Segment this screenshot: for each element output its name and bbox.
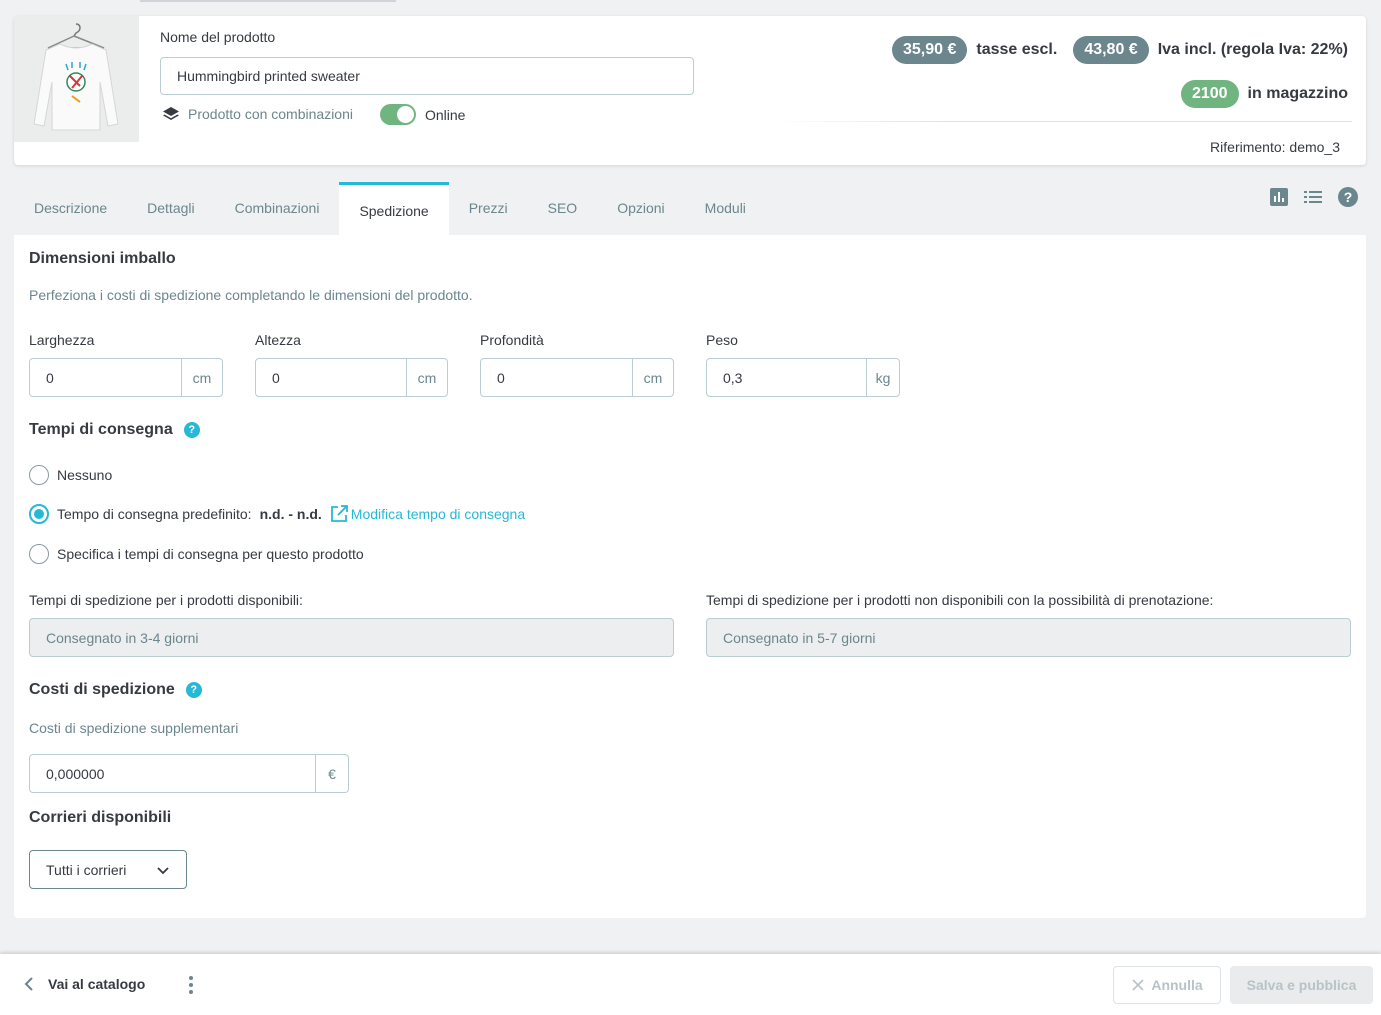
stock-badge: 2100	[1180, 80, 1239, 108]
chevron-left-icon	[24, 977, 33, 991]
product-reference: Riferimento: demo_3	[1210, 139, 1340, 155]
dimensions-title: Dimensioni imballo	[29, 250, 176, 267]
top-scroll-indicator	[140, 0, 396, 2]
bar-chart-icon[interactable]	[1269, 187, 1289, 207]
carriers-dropdown[interactable]: Tutti i corrieri	[29, 850, 187, 889]
height-input[interactable]	[256, 359, 406, 396]
additional-cost-input[interactable]	[30, 755, 315, 792]
online-toggle[interactable]	[380, 104, 416, 125]
price-excl-label: tasse escl.	[976, 41, 1058, 58]
carriers-title: Corrieri disponibili	[29, 809, 172, 826]
radio-none[interactable]	[29, 465, 49, 485]
cancel-label: Annulla	[1151, 977, 1203, 993]
tab-moduli[interactable]: Moduli	[685, 182, 766, 235]
width-label: Larghezza	[29, 332, 95, 348]
tab-descrizione[interactable]: Descrizione	[14, 182, 127, 235]
tab-prezzi[interactable]: Prezzi	[449, 182, 528, 235]
depth-label: Profondità	[480, 332, 544, 348]
chevron-down-icon	[157, 866, 169, 874]
currency-unit: €	[315, 755, 348, 792]
product-name-label: Nome del prodotto	[160, 29, 276, 45]
radio-default[interactable]	[29, 504, 49, 524]
close-icon	[1132, 979, 1144, 991]
tab-seo[interactable]: SEO	[528, 182, 598, 235]
delivery-option-none-label: Nessuno	[57, 467, 113, 483]
weight-unit: kg	[866, 359, 899, 396]
depth-unit: cm	[632, 359, 673, 396]
stock-summary: 2100 in magazzino	[1180, 80, 1348, 108]
price-incl-badge: 43,80 €	[1073, 36, 1149, 64]
oos-delivery-input: Consegnato in 5-7 giorni	[706, 618, 1351, 657]
delivery-option-none[interactable]: Nessuno	[29, 465, 112, 485]
cancel-button[interactable]: Annulla	[1113, 966, 1221, 1004]
costs-help-icon[interactable]: ?	[185, 682, 202, 698]
price-summary: 35,90 € tasse escl. 43,80 € Iva incl. (r…	[891, 36, 1348, 64]
tab-dettagli[interactable]: Dettagli	[127, 182, 214, 235]
save-and-publish-button[interactable]: Salva e pubblica	[1230, 966, 1373, 1004]
available-delivery-input: Consegnato in 3-4 giorni	[29, 618, 674, 657]
delivery-option-default[interactable]: Tempo di consegna predefinito: n.d. - n.…	[29, 504, 525, 524]
product-name-input[interactable]	[160, 57, 694, 95]
price-excl-badge: 35,90 €	[891, 36, 968, 64]
width-unit: cm	[181, 359, 222, 396]
default-delivery-value: n.d. - n.d.	[259, 506, 322, 522]
price-incl-label: Iva incl. (regola Iva: 22%)	[1157, 41, 1348, 58]
additional-cost-field: €	[29, 754, 349, 793]
carriers-selected: Tutti i corrieri	[46, 861, 127, 878]
product-header: Nome del prodotto Prodotto con combinazi…	[14, 16, 1366, 165]
delivery-help-icon[interactable]: ?	[183, 422, 200, 438]
online-label: Online	[425, 107, 466, 123]
combinations-label: Prodotto con combinazioni	[188, 106, 353, 122]
layers-icon	[163, 107, 179, 120]
height-field: cm	[255, 358, 448, 397]
costs-help: Costi di spedizione supplementari	[29, 720, 239, 736]
back-to-catalog-link[interactable]: Vai al catalogo	[22, 976, 145, 992]
delivery-option-custom-label: Specifica i tempi di consegna per questo…	[57, 546, 364, 562]
product-thumbnail[interactable]	[14, 16, 139, 142]
sweater-image	[14, 16, 139, 142]
tab-spedizione[interactable]: Spedizione	[339, 182, 449, 235]
available-delivery-label: Tempi di spedizione per i prodotti dispo…	[29, 592, 303, 608]
width-field: cm	[29, 358, 223, 397]
edit-delivery-label: Modifica tempo di consegna	[350, 506, 526, 522]
dimensions-help: Perfeziona i costi di spedizione complet…	[29, 287, 473, 303]
list-icon[interactable]	[1303, 187, 1323, 207]
costs-title-text: Costi di spedizione	[29, 681, 175, 698]
delivery-title-text: Tempi di consegna	[29, 421, 173, 438]
costs-title: Costi di spedizione ?	[29, 681, 202, 699]
back-to-catalog-label: Vai al catalogo	[48, 976, 146, 992]
edit-delivery-link[interactable]: Modifica tempo di consegna	[329, 504, 525, 524]
svg-text:?: ?	[1344, 189, 1353, 205]
header-divider	[774, 121, 1352, 122]
delivery-title: Tempi di consegna ?	[29, 421, 200, 439]
width-input[interactable]	[30, 359, 181, 396]
combinations-link[interactable]: Prodotto con combinazioni	[162, 105, 353, 123]
weight-input[interactable]	[707, 359, 866, 396]
height-unit: cm	[406, 359, 447, 396]
depth-input[interactable]	[481, 359, 632, 396]
height-label: Altezza	[255, 332, 301, 348]
tab-toolbar: ?	[1255, 186, 1359, 208]
shipping-panel: Dimensioni imballo Perfeziona i costi di…	[14, 235, 1366, 918]
footer-bar: Vai al catalogo Annulla Salva e pubblica	[0, 954, 1381, 1015]
product-tabs: Descrizione Dettagli Combinazioni Spediz…	[14, 182, 766, 235]
toggle-knob	[397, 106, 414, 123]
help-icon[interactable]: ?	[1337, 186, 1359, 208]
delivery-option-custom[interactable]: Specifica i tempi di consegna per questo…	[29, 544, 364, 564]
weight-field: kg	[706, 358, 900, 397]
depth-field: cm	[480, 358, 674, 397]
delivery-option-default-label: Tempo di consegna predefinito:	[57, 506, 252, 522]
stock-label: in magazzino	[1247, 85, 1348, 102]
weight-label: Peso	[706, 332, 738, 348]
more-options-icon[interactable]	[184, 974, 198, 999]
tab-opzioni[interactable]: Opzioni	[597, 182, 684, 235]
external-link-icon	[330, 505, 348, 522]
radio-custom[interactable]	[29, 544, 49, 564]
tab-combinazioni[interactable]: Combinazioni	[215, 182, 340, 235]
oos-delivery-label: Tempi di spedizione per i prodotti non d…	[706, 592, 1214, 608]
